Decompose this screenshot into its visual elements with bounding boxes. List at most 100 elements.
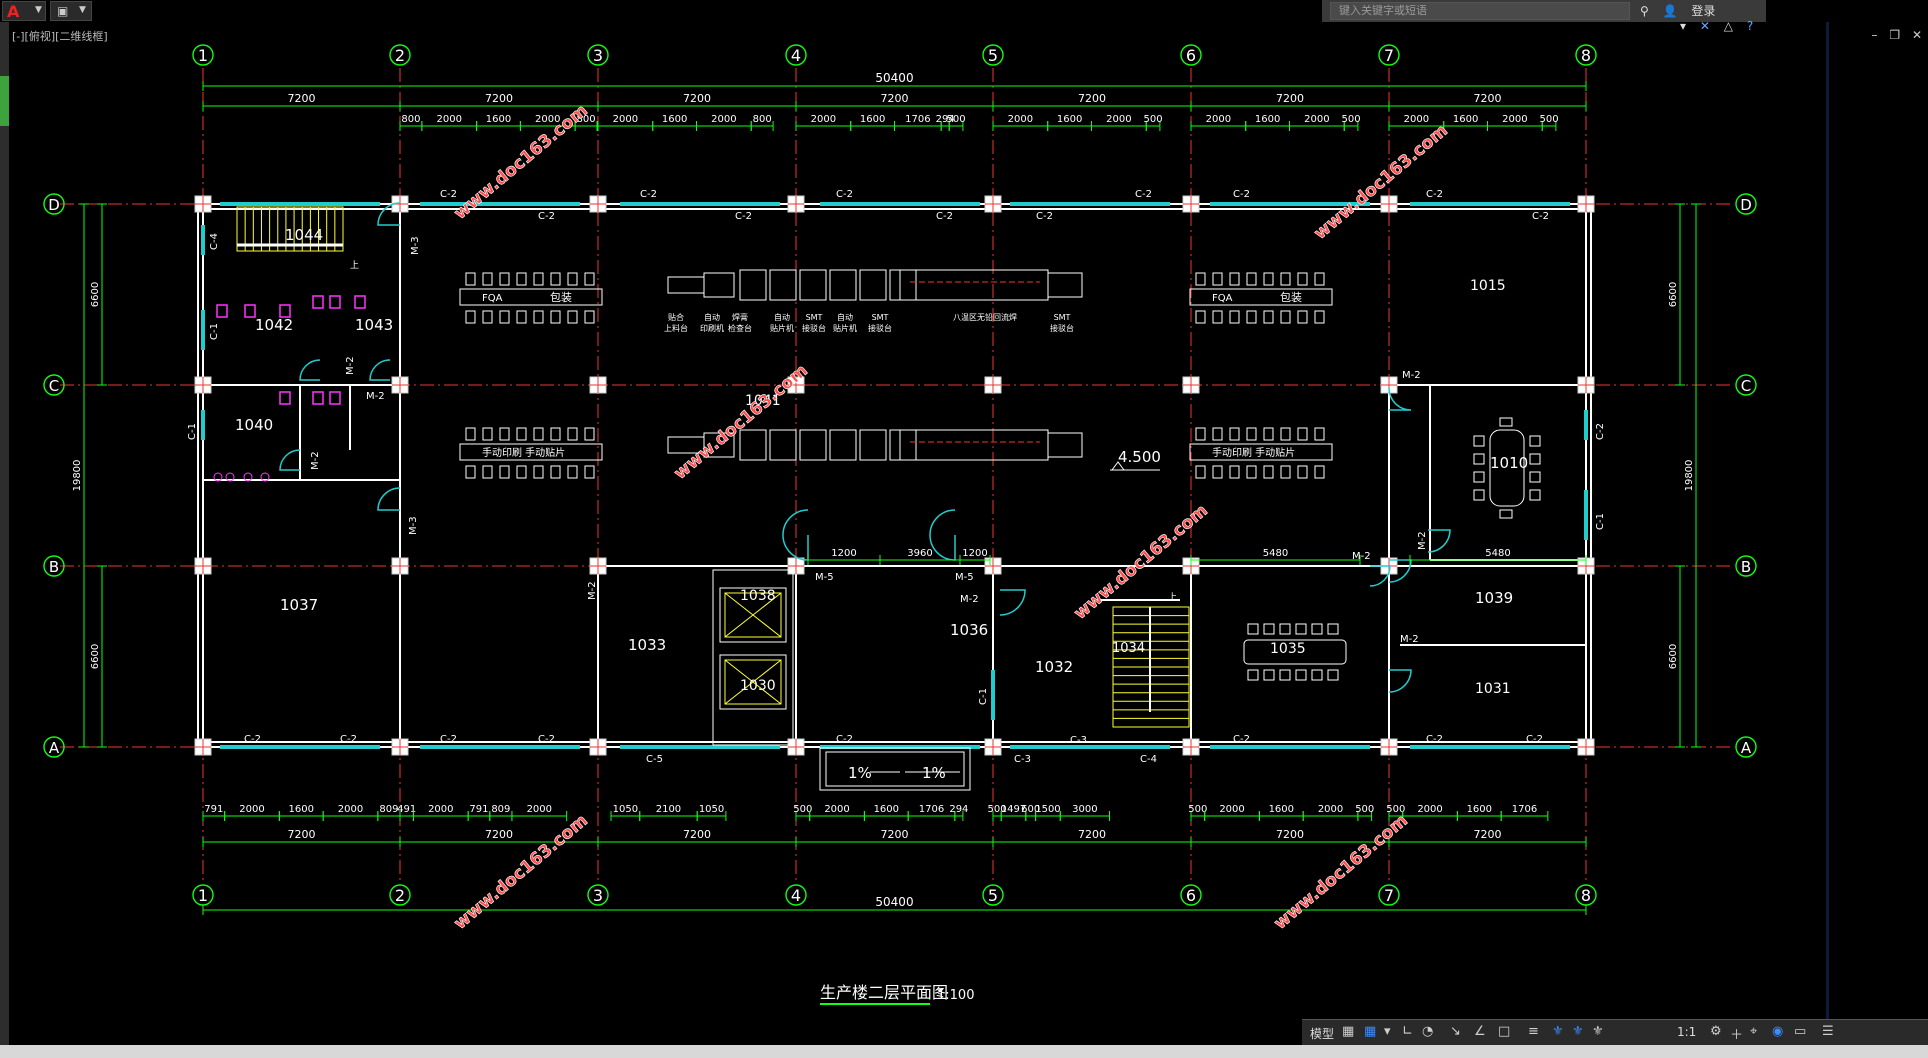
dim-text: 7200 [1276,92,1304,105]
dynucs-icon[interactable]: □ [1498,1024,1510,1039]
dim-text: 1600 [1269,804,1294,815]
dim-text: 5480 [1263,548,1288,559]
chair [465,427,476,441]
equipment-label: 自动 [704,312,720,322]
chair [1280,465,1291,479]
window-label: C-1 [209,323,220,340]
equipment-label: 上料台 [664,323,688,333]
dim-text: 800 [401,114,420,125]
grid-col-label: 4 [791,46,801,65]
dim-text: 2000 [1219,804,1244,815]
watermark-text: www.doc163.com [450,811,591,934]
chair [499,427,510,441]
chair [1246,310,1257,324]
chair [533,465,544,479]
command-line-area [0,1045,1928,1058]
dim-text: 1600 [1057,114,1082,125]
chair [1295,669,1307,681]
dim-text: 1050 [699,804,724,815]
dim-text: 7200 [1078,828,1106,841]
door [929,509,956,561]
dim-text: 6600 [90,644,101,669]
equipment-label: 检查台 [728,323,752,333]
line-equipment [739,429,767,461]
window-label: C-2 [1426,189,1443,200]
chair [1499,509,1513,519]
equipment-label: SMT [1054,313,1071,322]
clean-screen-icon[interactable]: ▭ [1794,1024,1806,1039]
dim-text: 2000 [1304,114,1329,125]
plus-icon[interactable]: ＋ [1730,1024,1743,1043]
isolate-icon[interactable]: ⌖ [1750,1024,1757,1039]
snap-icon[interactable]: ▦ [1364,1024,1376,1039]
model-tab[interactable]: 模型 [1310,1025,1334,1042]
chair [1195,465,1206,479]
customize-icon[interactable]: ☰ [1822,1024,1834,1039]
grid-icon[interactable]: ▦ [1342,1024,1354,1039]
dim-text: 2000 [338,804,363,815]
chair [567,310,578,324]
dimension-lines: 5040050400720072007200720072007200720072… [72,71,1701,915]
door [369,359,391,381]
chair [1279,623,1291,635]
toilet-fixture [216,304,228,318]
stair-up-label: 上 [350,260,359,271]
line-equipment [769,269,797,301]
grid-col-label: 8 [1581,46,1591,65]
chair [1279,669,1291,681]
door-label: M-2 [587,581,598,600]
ortho-icon[interactable]: ∟ [1402,1024,1413,1039]
chair [516,465,527,479]
chevron-down-icon[interactable]: ▾ [1384,1024,1391,1039]
door-label: M-2 [1402,370,1421,381]
dim-text: 7200 [881,92,909,105]
osnap-icon[interactable]: ↘ [1450,1024,1461,1039]
door-label: M-2 [345,356,356,375]
annotation-visibility-icon[interactable]: ⚜ [1552,1024,1564,1039]
annotation-scale-icon[interactable]: ⚜ [1592,1024,1604,1039]
elevation-value: 4.500 [1118,448,1161,466]
door-label: M-2 [1400,634,1419,645]
chair [1229,272,1240,286]
dim-text: 7200 [881,828,909,841]
canopy [819,747,971,791]
line-equipment [859,269,887,301]
room-number: 1034 [1112,641,1145,656]
window-label: C-2 [836,734,853,745]
hardware-accel-icon[interactable]: ◉ [1772,1024,1783,1039]
grid-col-label: 2 [395,886,405,905]
otrack-icon[interactable]: ∠ [1474,1024,1486,1039]
autoscale-icon[interactable]: ⚜ [1572,1024,1584,1039]
chair [1529,453,1541,465]
gear-icon[interactable]: ⚙ [1710,1024,1722,1039]
building-structure [194,195,1595,791]
chair [1297,310,1308,324]
chair [1473,435,1485,447]
lineweight-icon[interactable]: ≡ [1528,1024,1539,1039]
window-label: C-3 [1070,735,1087,746]
chair [533,310,544,324]
window-label: C-2 [735,211,752,222]
annotation-scale-value[interactable]: 1:1 [1677,1025,1696,1039]
line-equipment [703,272,735,298]
chair [482,427,493,441]
line-equipment [829,429,857,461]
dim-text: 3960 [907,548,932,559]
dim-text: 2000 [1404,114,1429,125]
equipment-label: 八温区无铅回流焊 [953,312,1017,322]
line-equipment [799,269,827,301]
chair [482,272,493,286]
chair [1473,489,1485,501]
equipment-label: 印刷机 [700,323,724,333]
drawing-canvas[interactable]: 1 1 2 2 3 3 4 4 5 5 6 6 7 7 8 8 D D C C B B A A 50400 50400 7200 7… [0,0,1928,1020]
equipment-label: 接驳台 [802,323,826,333]
dim-text: 7200 [683,92,711,105]
chair [533,272,544,286]
polar-icon[interactable]: ◔ [1422,1024,1433,1039]
dim-text: 500 [1540,114,1559,125]
dim-text: 1600 [289,804,314,815]
chair [1297,465,1308,479]
equipment-label: 接驳台 [1050,323,1074,333]
equipment-label: SMT [806,313,823,322]
chair [1314,310,1325,324]
